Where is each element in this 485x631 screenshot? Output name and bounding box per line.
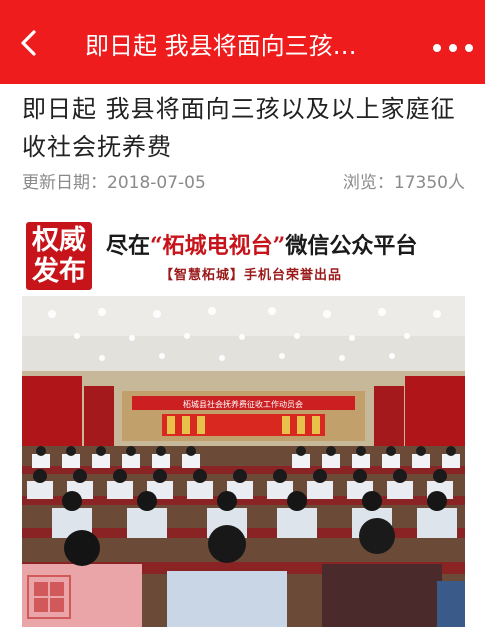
update-date: 更新日期：2018-07-05 [22, 173, 206, 193]
view-count: 浏览：17350人 [342, 173, 465, 193]
more-dots-icon[interactable] [432, 44, 474, 52]
banner-prefix: 尽在 [106, 233, 151, 259]
meeting-photo: 柘城县社会抚养费征收工作动员会 [22, 296, 465, 627]
back-chevron-icon[interactable] [16, 28, 42, 58]
stage-banner-text: 柘城县社会抚养费征收工作动员会 [183, 399, 303, 409]
seal-line-2: 发布 [32, 256, 86, 287]
banner-suffix: 微信公众平台 [285, 233, 418, 259]
banner-accent: “柘城电视台” [150, 233, 286, 259]
authority-seal: 权威 发布 [26, 222, 92, 290]
promo-banner: 权威 发布 尽在“柘城电视台”微信公众平台 【智慧柘城】手机台荣誉出品 [22, 222, 465, 292]
nav-title: 即日起 我县将面向三孩… [85, 32, 357, 60]
top-nav-bar: 即日起 我县将面向三孩… [0, 0, 485, 84]
article-title: 即日起 我县将面向三孩以及以上家庭征收社会抚养费 [22, 95, 456, 161]
article-meta: 更新日期：2018-07-05 浏览：17350人 [22, 168, 465, 193]
banner-subtitle: 【智慧柘城】手机台荣誉出品 [160, 268, 343, 283]
banner-headline: 尽在“柘城电视台”微信公众平台 [106, 228, 417, 260]
seal-line-1: 权威 [32, 225, 86, 256]
